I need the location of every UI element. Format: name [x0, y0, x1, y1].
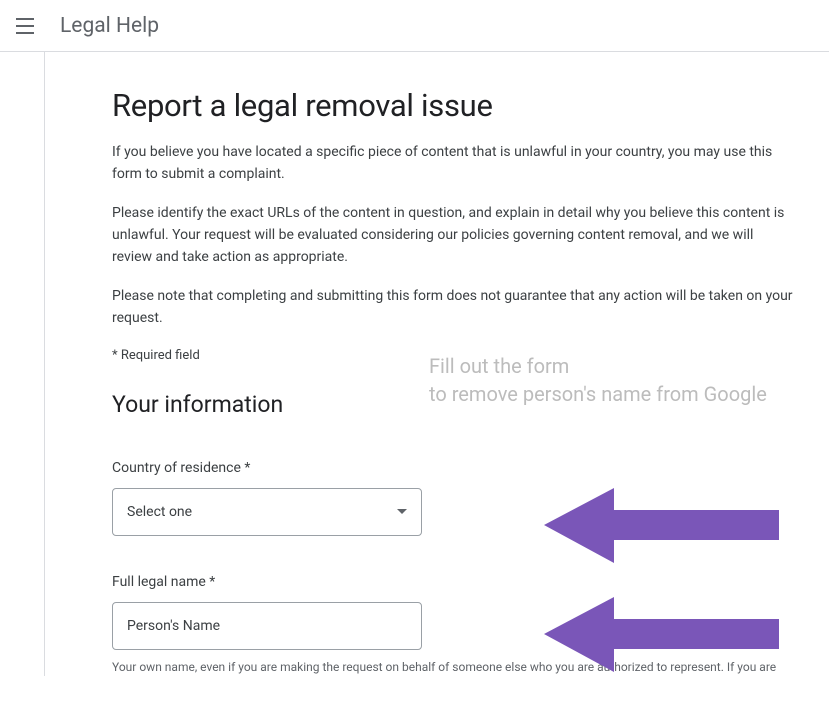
hamburger-menu-icon[interactable] — [16, 14, 40, 38]
main-content: Report a legal removal issue If you beli… — [44, 52, 814, 676]
required-field-note: * Required field — [112, 348, 794, 363]
section-heading-your-information: Your information — [112, 391, 794, 418]
page-title: Report a legal removal issue — [112, 87, 794, 124]
country-field-group: Country of residence * Select one — [112, 460, 794, 536]
intro-paragraph-3: Please note that completing and submitti… — [112, 286, 794, 329]
header-bar: Legal Help — [0, 0, 829, 52]
content-wrapper: Report a legal removal issue If you beli… — [0, 52, 829, 676]
intro-paragraph-2: Please identify the exact URLs of the co… — [112, 203, 794, 268]
name-help-text: Your own name, even if you are making th… — [112, 658, 794, 676]
intro-paragraph-1: If you believe you have located a specif… — [112, 142, 794, 185]
chevron-down-icon — [397, 509, 407, 514]
header-title: Legal Help — [60, 14, 159, 38]
country-select[interactable]: Select one — [112, 488, 422, 536]
country-label: Country of residence * — [112, 460, 794, 476]
name-label: Full legal name * — [112, 574, 794, 590]
country-selected-value: Select one — [127, 504, 192, 520]
full-legal-name-input[interactable] — [112, 602, 422, 650]
name-field-group: Full legal name * Your own name, even if… — [112, 574, 794, 676]
